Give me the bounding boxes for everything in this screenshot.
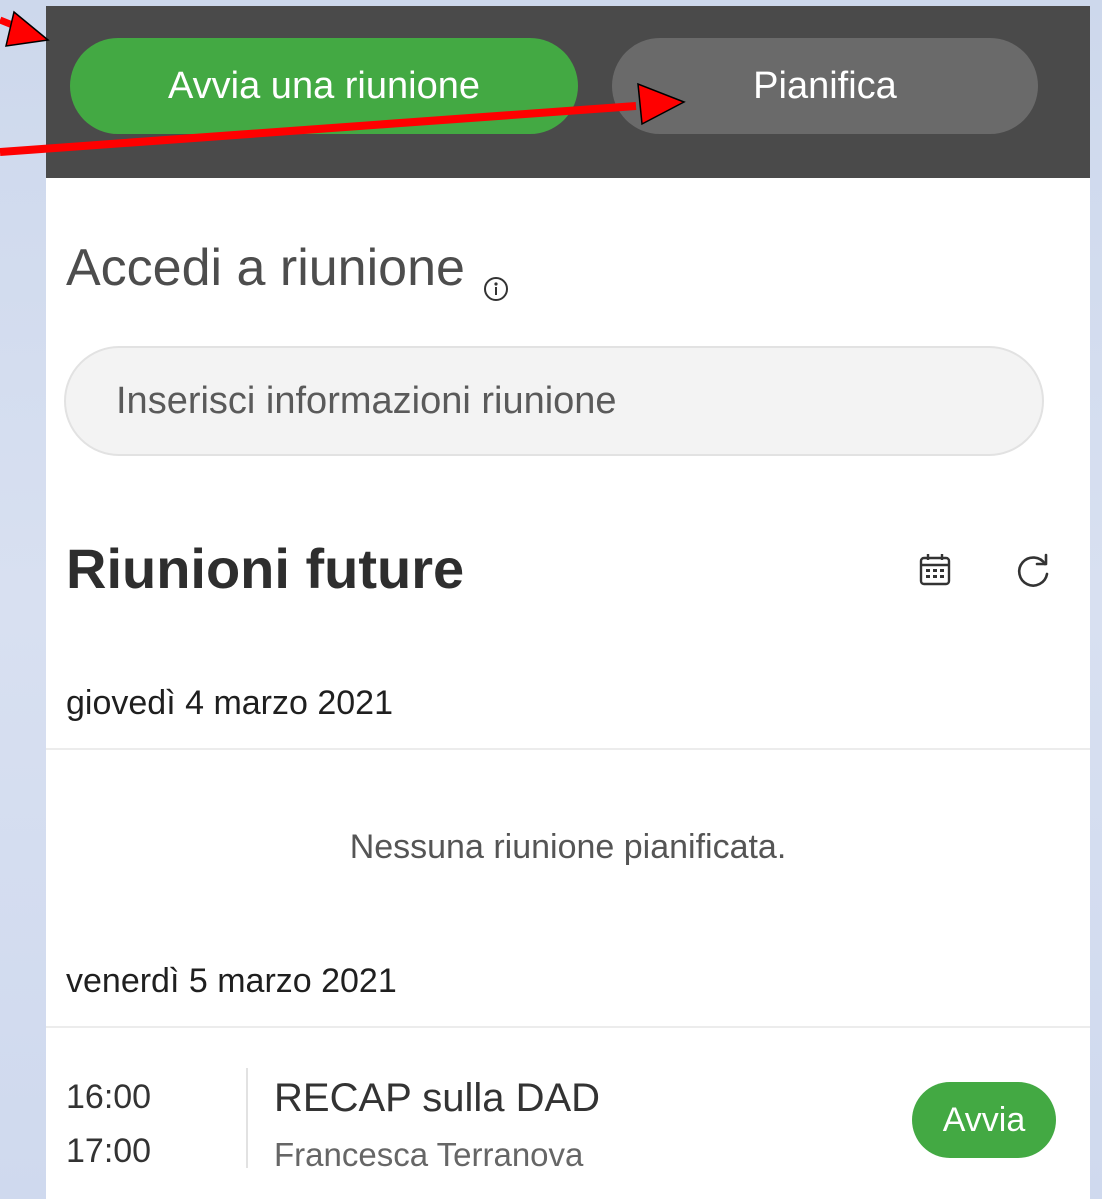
info-icon[interactable]: [483, 255, 509, 301]
divider: [46, 1026, 1090, 1028]
upcoming-meetings-title: Riunioni future: [66, 537, 465, 600]
meeting-end-time: 17:00: [66, 1132, 152, 1170]
meeting-info-input[interactable]: [64, 346, 1044, 456]
join-meeting-title: Accedi a riunione: [66, 239, 465, 297]
join-meeting-heading: Accedi a riunione: [66, 238, 509, 301]
schedule-button[interactable]: Pianifica: [612, 38, 1038, 134]
meeting-start-time: 16:00: [66, 1078, 152, 1116]
schedule-label: Pianifica: [753, 64, 897, 107]
top-action-bar: Avvia una riunione Pianifica: [46, 6, 1090, 178]
day-header-date: giovedì 4 marzo 2021: [66, 684, 393, 722]
refresh-icon[interactable]: [1014, 552, 1052, 590]
meeting-list-item[interactable]: 16:00 17:00 RECAP sulla DAD Francesca Te…: [46, 1036, 1090, 1176]
meeting-divider: [246, 1068, 248, 1168]
start-button[interactable]: Avvia: [912, 1082, 1056, 1158]
start-meeting-button[interactable]: Avvia una riunione: [70, 38, 578, 134]
start-button-label: Avvia: [942, 1100, 1026, 1139]
meeting-organizer: Francesca Terranova: [274, 1136, 584, 1173]
meeting-title: RECAP sulla DAD: [274, 1076, 601, 1120]
meetings-panel: Avvia una riunione Pianifica Accedi a ri…: [46, 6, 1090, 1199]
calendar-icon[interactable]: [918, 552, 952, 588]
start-meeting-label: Avvia una riunione: [168, 64, 480, 107]
day-header-date: venerdì 5 marzo 2021: [66, 962, 397, 1000]
no-meetings-message: Nessuna riunione pianificata.: [349, 828, 787, 866]
annotation-arrow: [0, 10, 50, 47]
divider: [46, 748, 1090, 750]
